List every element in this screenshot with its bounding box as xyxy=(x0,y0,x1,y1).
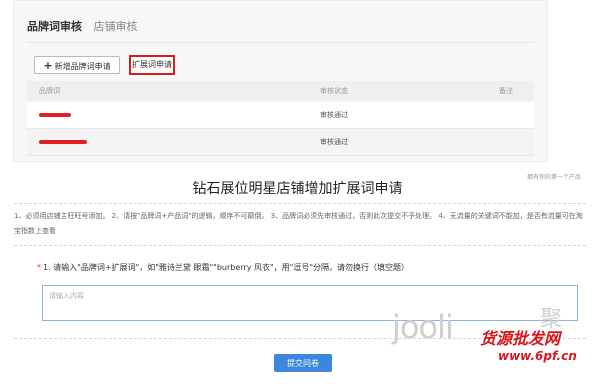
add-brand-word-button[interactable]: + 新增品牌词申请 xyxy=(34,56,120,74)
divider xyxy=(14,245,586,246)
column-remark: 备注 xyxy=(499,87,513,95)
page-title: 钻石展位明星店铺增加扩展词申请 xyxy=(192,181,403,197)
add-brand-word-label: 新增品牌词申请 xyxy=(54,62,111,71)
answer-input[interactable] xyxy=(42,285,578,321)
site-name-watermark: 货源批发网 xyxy=(480,329,561,348)
question-1-label: 1. 请输入"品牌词+扩展词"，如"雅诗兰黛 眼霜""burberry 风衣"，… xyxy=(43,263,410,272)
tab-brand-review[interactable]: 品牌词审核 xyxy=(27,20,82,33)
plus-icon: + xyxy=(43,59,53,72)
question-1: * 1. 请输入"品牌词+扩展词"，如"雅诗兰黛 眼霜""burberry 风衣"… xyxy=(37,262,409,273)
column-brand-word: 品牌词 xyxy=(39,87,60,95)
expand-word-label: 扩展词申请 xyxy=(132,60,172,69)
row-status: 审核通过 xyxy=(320,138,348,146)
brand-review-panel: 品牌词审核 店铺审核 + 新增品牌词申请 扩展词申请 品牌词 审核状态 备注 审核… xyxy=(13,0,548,162)
site-url-watermark: www.6pf.cn xyxy=(498,349,577,363)
jooli-watermark: jooli xyxy=(392,308,454,346)
redacted-brand-word xyxy=(39,140,87,144)
table-row[interactable]: 审核通过 xyxy=(27,102,534,129)
tab-shop-review[interactable]: 店铺审核 xyxy=(94,20,138,33)
table-header: 品牌词 审核状态 备注 xyxy=(27,81,534,101)
expand-word-button[interactable]: 扩展词申请 xyxy=(129,55,175,75)
redacted-brand-word xyxy=(39,113,71,117)
divider xyxy=(27,42,534,43)
divider xyxy=(14,203,586,204)
review-tabs: 品牌词审核 店铺审核 xyxy=(27,18,138,34)
required-mark: * xyxy=(37,263,41,272)
instructions-text: 1、必须用店铺主旺旺号添加。 2、请按"品牌词+产品词"的逻辑，顺序不可颠倒。 … xyxy=(14,212,583,235)
row-status: 审核通过 xyxy=(320,111,348,119)
table-row[interactable]: 审核通过 xyxy=(27,129,534,156)
submit-button[interactable]: 提交问卷 xyxy=(274,354,332,372)
column-status: 审核状态 xyxy=(320,87,348,95)
